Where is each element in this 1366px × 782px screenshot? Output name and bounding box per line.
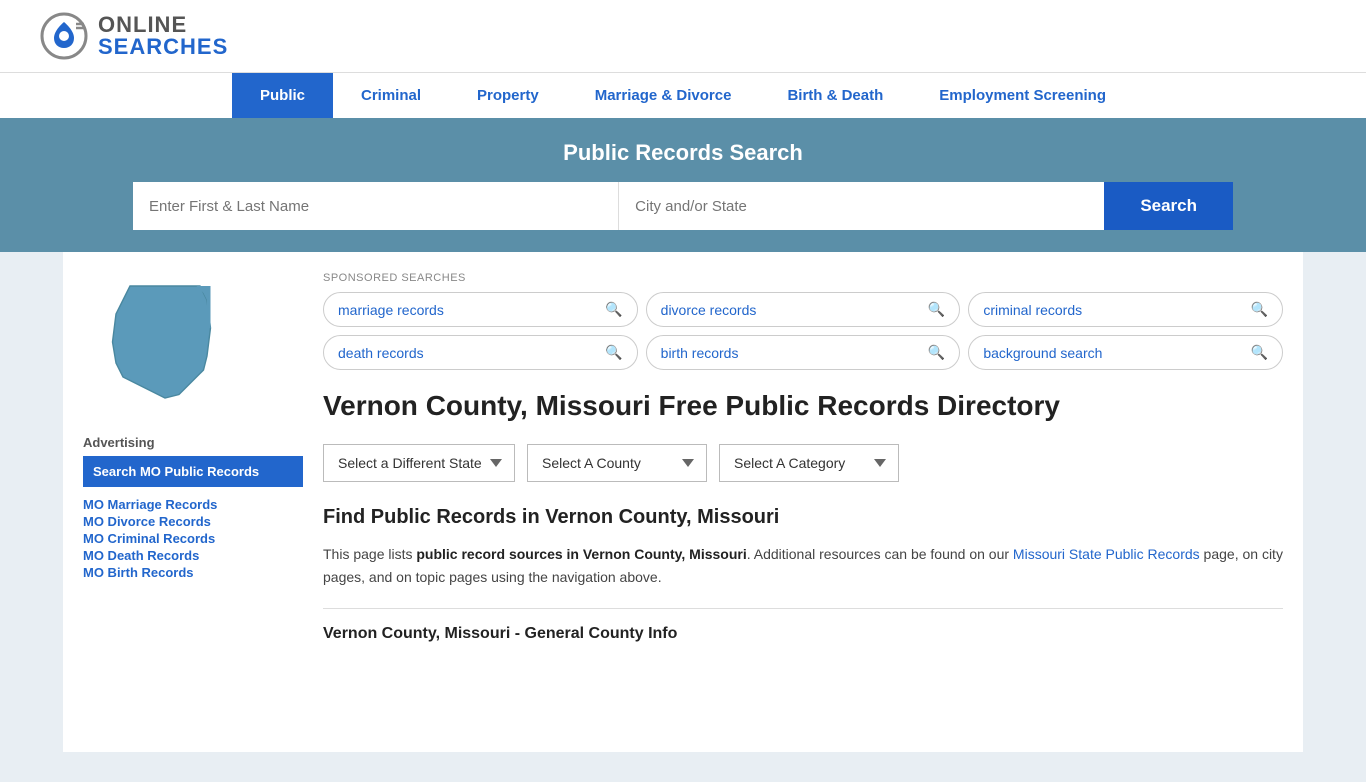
logo-online-text: ONLINE bbox=[98, 14, 228, 36]
sponsored-label: SPONSORED SEARCHES bbox=[323, 272, 1283, 284]
tag-death-records[interactable]: death records 🔍 bbox=[323, 335, 638, 370]
sidebar-link-birth[interactable]: MO Birth Records bbox=[83, 565, 303, 580]
sidebar-advertising-label: Advertising bbox=[83, 435, 303, 450]
find-heading: Find Public Records in Vernon County, Mi… bbox=[323, 506, 1283, 529]
nav-criminal[interactable]: Criminal bbox=[333, 73, 449, 118]
desc-bold: public record sources in Vernon County, … bbox=[416, 546, 746, 562]
tag-birth-text: birth records bbox=[661, 345, 739, 361]
location-input[interactable] bbox=[619, 182, 1104, 230]
county-dropdown[interactable]: Select A County bbox=[527, 444, 707, 482]
nav-property[interactable]: Property bbox=[449, 73, 567, 118]
tag-divorce-text: divorce records bbox=[661, 302, 757, 318]
sidebar-ad-block[interactable]: Search MO Public Records bbox=[83, 456, 303, 487]
search-button[interactable]: Search bbox=[1104, 182, 1233, 230]
desc-part1: This page lists bbox=[323, 546, 416, 562]
tag-criminal-records[interactable]: criminal records 🔍 bbox=[968, 292, 1283, 327]
nav-marriage-divorce[interactable]: Marriage & Divorce bbox=[567, 73, 760, 118]
tag-background-search-icon: 🔍 bbox=[1251, 344, 1268, 361]
main-nav: Public Criminal Property Marriage & Divo… bbox=[0, 72, 1366, 118]
content-area: SPONSORED SEARCHES marriage records 🔍 di… bbox=[323, 272, 1283, 732]
tag-background-search[interactable]: background search 🔍 bbox=[968, 335, 1283, 370]
sidebar: Advertising Search MO Public Records MO … bbox=[83, 272, 303, 732]
section-sub-heading: Vernon County, Missouri - General County… bbox=[323, 625, 1283, 643]
tag-divorce-records[interactable]: divorce records 🔍 bbox=[646, 292, 961, 327]
tag-divorce-search-icon: 🔍 bbox=[928, 301, 945, 318]
nav-employment[interactable]: Employment Screening bbox=[911, 73, 1134, 118]
missouri-map bbox=[83, 272, 233, 412]
name-input[interactable] bbox=[133, 182, 619, 230]
description-link[interactable]: Missouri State Public Records bbox=[1013, 546, 1200, 562]
dropdowns: Select a Different State Select A County… bbox=[323, 444, 1283, 482]
search-tags-grid: marriage records 🔍 divorce records 🔍 cri… bbox=[323, 292, 1283, 370]
sidebar-link-death[interactable]: MO Death Records bbox=[83, 548, 303, 563]
search-banner: Public Records Search Search bbox=[0, 118, 1366, 252]
tag-death-search-icon: 🔍 bbox=[605, 344, 622, 361]
section-divider bbox=[323, 608, 1283, 609]
tag-death-text: death records bbox=[338, 345, 424, 361]
tag-marriage-search-icon: 🔍 bbox=[605, 301, 622, 318]
nav-birth-death[interactable]: Birth & Death bbox=[759, 73, 911, 118]
logo-searches-text: SEARCHES bbox=[98, 36, 228, 58]
tag-criminal-text: criminal records bbox=[983, 302, 1082, 318]
desc-part2: . Additional resources can be found on o… bbox=[747, 546, 1013, 562]
sidebar-links: MO Marriage Records MO Divorce Records M… bbox=[83, 497, 303, 580]
state-map bbox=[83, 272, 303, 415]
sidebar-link-divorce[interactable]: MO Divorce Records bbox=[83, 514, 303, 529]
description-text: This page lists public record sources in… bbox=[323, 543, 1283, 588]
tag-marriage-text: marriage records bbox=[338, 302, 444, 318]
state-dropdown[interactable]: Select a Different State bbox=[323, 444, 515, 482]
tag-birth-records[interactable]: birth records 🔍 bbox=[646, 335, 961, 370]
category-dropdown[interactable]: Select A Category bbox=[719, 444, 899, 482]
search-banner-title: Public Records Search bbox=[40, 140, 1326, 166]
logo: ONLINE SEARCHES bbox=[40, 12, 228, 60]
tag-criminal-search-icon: 🔍 bbox=[1251, 301, 1268, 318]
tag-marriage-records[interactable]: marriage records 🔍 bbox=[323, 292, 638, 327]
sponsored-searches: SPONSORED SEARCHES marriage records 🔍 di… bbox=[323, 272, 1283, 370]
search-bar: Search bbox=[133, 182, 1233, 230]
page-heading: Vernon County, Missouri Free Public Reco… bbox=[323, 388, 1283, 424]
tag-birth-search-icon: 🔍 bbox=[928, 344, 945, 361]
sidebar-link-criminal[interactable]: MO Criminal Records bbox=[83, 531, 303, 546]
tag-background-text: background search bbox=[983, 345, 1102, 361]
logo-icon bbox=[40, 12, 88, 60]
header: ONLINE SEARCHES bbox=[0, 0, 1366, 72]
main-content: Advertising Search MO Public Records MO … bbox=[63, 252, 1303, 752]
logo-text: ONLINE SEARCHES bbox=[98, 14, 228, 58]
nav-public[interactable]: Public bbox=[232, 73, 333, 118]
sidebar-link-marriage[interactable]: MO Marriage Records bbox=[83, 497, 303, 512]
